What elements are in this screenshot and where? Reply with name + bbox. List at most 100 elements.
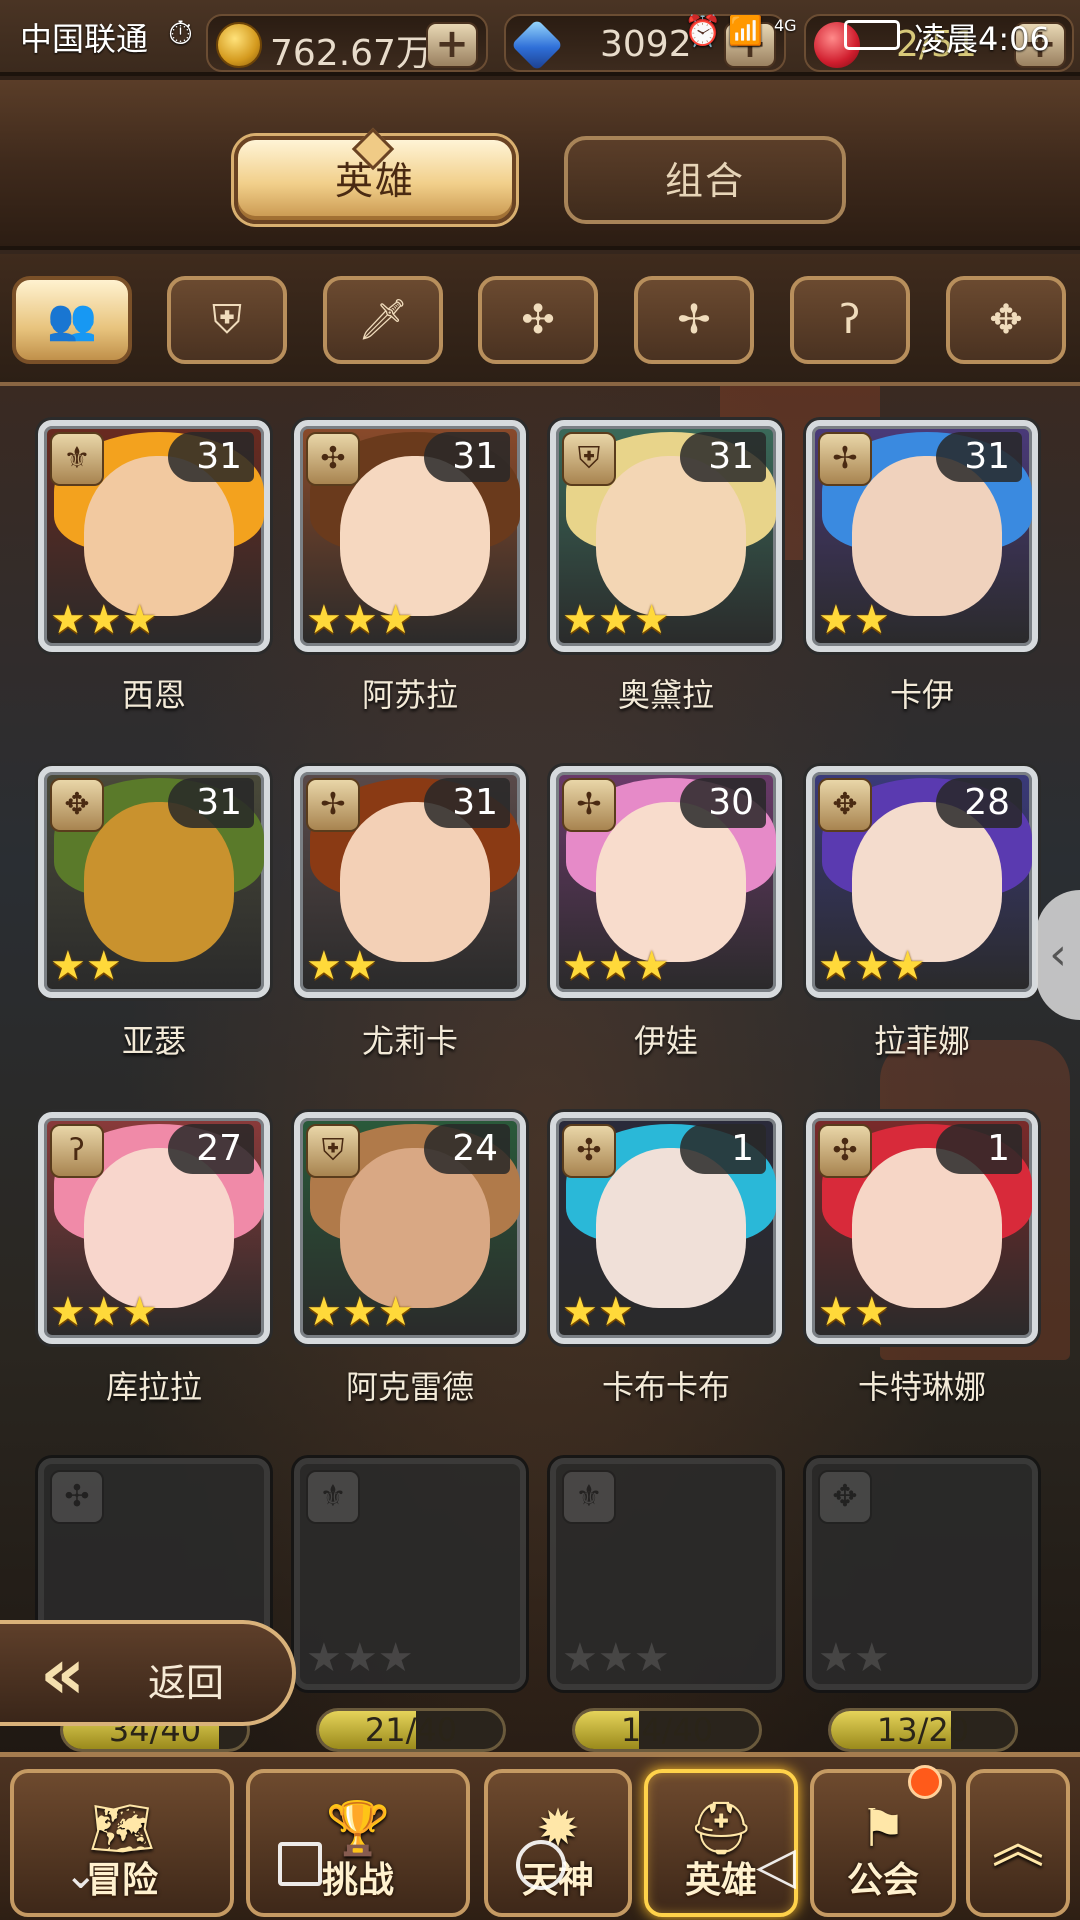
shard-progress-bar: 14/40: [572, 1708, 762, 1752]
add-gold-button[interactable]: +: [426, 22, 478, 68]
hero-class-icon: ✥: [818, 778, 872, 832]
star-icon: ★: [341, 1635, 378, 1681]
status-bar: 中国联通 ⏱ 762.67万 + 3092 + 2/51 + ⏰ 📶 4G 凌晨…: [0, 0, 1080, 76]
hero-portrait: ⛨ 24 ★★★: [294, 1112, 526, 1344]
star-icon: ★: [50, 597, 86, 643]
star-icon: ★: [597, 1289, 634, 1335]
hero-name: 库拉拉: [105, 1368, 202, 1406]
side-panel-toggle[interactable]: ‹: [1036, 890, 1080, 1020]
hero-portrait-silhouette: ⚜ ★★★: [550, 1458, 782, 1690]
star-icon: ★: [50, 1289, 86, 1335]
hero-portrait: ✢ 31 ★★: [806, 420, 1038, 652]
hero-level: 1: [936, 1124, 1022, 1174]
mage-class-icon: ʔ: [839, 297, 861, 343]
hero-name: 亚瑟: [121, 1022, 186, 1060]
nav-adventure[interactable]: 🗺 冒险: [10, 1769, 234, 1917]
ranger-class-icon: ✢: [677, 297, 711, 343]
star-icon: ★: [50, 943, 86, 989]
nav-guild[interactable]: ⚑ 公会: [810, 1765, 956, 1917]
star-icon: ★: [818, 597, 854, 643]
hero-card[interactable]: ✣ 1 ★★ 卡布卡布: [550, 1112, 782, 1412]
filter-ranger-class[interactable]: ✢: [634, 276, 754, 364]
hero-card[interactable]: ⛨ 31 ★★★ 奥黛拉: [550, 420, 782, 720]
hero-name: 卡特琳娜: [857, 1368, 986, 1406]
filter-sword-class[interactable]: 🗡: [323, 276, 443, 364]
star-icon: ★: [597, 597, 634, 643]
carrier-name: 中国联通: [20, 20, 149, 58]
sword-class-icon: 🗡: [357, 297, 409, 343]
filter-all-heroes[interactable]: 👥: [12, 276, 132, 364]
android-recents-key-icon[interactable]: [278, 1842, 322, 1886]
android-triangle-back-icon[interactable]: ◁: [756, 1836, 796, 1896]
hero-class-icon: ʔ: [50, 1124, 104, 1178]
hero-card[interactable]: ✢ 31 ★★ 尤莉卡: [294, 766, 526, 1066]
hero-stars: ★★: [818, 598, 890, 642]
hero-level: 1: [680, 1124, 766, 1174]
star-icon: ★: [633, 597, 670, 643]
star-icon: ★: [562, 1635, 598, 1681]
hero-class-icon: ✢: [306, 778, 360, 832]
hero-portrait: ✢ 30 ★★★: [550, 766, 782, 998]
filter-shuriken-class[interactable]: ✣: [478, 276, 598, 364]
hero-portrait: ✢ 31 ★★: [294, 766, 526, 998]
hero-name: 卡布卡布: [601, 1368, 730, 1406]
shard-count: 14/40: [620, 1711, 714, 1749]
hero-name: 尤莉卡: [361, 1022, 458, 1060]
locked-hero-card[interactable]: ✥ ★★ 13/20: [806, 1458, 1038, 1758]
hero-stars: ★★★: [562, 944, 670, 988]
star-icon: ★: [853, 1635, 890, 1681]
hero-level: 27: [168, 1124, 254, 1174]
nav-deity[interactable]: ✹ 天神: [484, 1769, 632, 1917]
star-icon: ★: [597, 943, 634, 989]
hero-portrait: ✣ 1 ★★: [806, 1112, 1038, 1344]
hero-card[interactable]: ʔ 27 ★★★ 库拉拉: [38, 1112, 270, 1412]
star-icon: ★: [633, 1635, 670, 1681]
star-icon: ★: [306, 943, 342, 989]
hero-card[interactable]: ⚜ 31 ★★★ 西恩: [38, 420, 270, 720]
hero-stars: ★★★: [818, 944, 926, 988]
hero-portrait-silhouette: ✥ ★★: [806, 1458, 1038, 1690]
filter-support-class[interactable]: ✥: [946, 276, 1066, 364]
hero-stars: ★★★: [562, 598, 670, 642]
hero-stars: ★★: [562, 1290, 634, 1334]
nav-expand[interactable]: ︽: [966, 1769, 1070, 1917]
hero-card[interactable]: ✢ 30 ★★★ 伊娃: [550, 766, 782, 1066]
hero-portrait: ✥ 31 ★★: [38, 766, 270, 998]
tab-combinations[interactable]: 组合: [564, 136, 846, 224]
hero-name: 伊娃: [633, 1022, 698, 1060]
filter-shield-class[interactable]: ⛨: [167, 276, 287, 364]
hero-card[interactable]: ⛨ 24 ★★★ 阿克雷德: [294, 1112, 526, 1412]
hero-stars: ★★★: [562, 1636, 670, 1680]
star-icon: ★: [853, 1289, 890, 1335]
hero-portrait: ✥ 28 ★★★: [806, 766, 1038, 998]
hero-portrait: ⚜ 31 ★★★: [38, 420, 270, 652]
hero-level: 31: [168, 778, 254, 828]
hero-name: 西恩: [121, 676, 186, 714]
star-icon: ★: [341, 597, 378, 643]
shield-class-icon: ⛨: [212, 297, 242, 343]
hero-card[interactable]: ✣ 31 ★★★ 阿苏拉: [294, 420, 526, 720]
wifi-icon: 📶: [728, 14, 763, 47]
gold-coin-icon: [216, 22, 262, 68]
class-filter-bar: 👥 ⛨ 🗡 ✣ ✢ ʔ ✥: [0, 254, 1080, 386]
locked-hero-card[interactable]: ⚜ ★★★ 14/40: [550, 1458, 782, 1758]
filter-mage-class[interactable]: ʔ: [790, 276, 910, 364]
hero-level: 24: [424, 1124, 510, 1174]
hero-card[interactable]: ✣ 1 ★★ 卡特琳娜: [806, 1112, 1038, 1412]
back-button[interactable]: « 返回: [0, 1620, 296, 1726]
chevron-left-icon: ‹: [1049, 929, 1067, 980]
android-back-key-icon[interactable]: ⌄: [64, 1852, 98, 1898]
hero-card[interactable]: ✥ 31 ★★ 亚瑟: [38, 766, 270, 1066]
hero-stars: ★★★: [306, 598, 414, 642]
top-tab-bar: 英雄 组合: [0, 80, 1080, 250]
hero-card[interactable]: ✢ 31 ★★ 卡伊: [806, 420, 1038, 720]
locked-hero-card[interactable]: ⚜ ★★★ 21/40: [294, 1458, 526, 1758]
star-icon: ★: [853, 943, 890, 989]
hero-level: 31: [168, 432, 254, 482]
star-icon: ★: [853, 597, 890, 643]
hero-level: 28: [936, 778, 1022, 828]
star-icon: ★: [889, 943, 926, 989]
android-home-key-icon[interactable]: [516, 1840, 566, 1890]
hero-stars: ★★: [818, 1290, 890, 1334]
hero-card[interactable]: ✥ 28 ★★★ 拉菲娜: [806, 766, 1038, 1066]
